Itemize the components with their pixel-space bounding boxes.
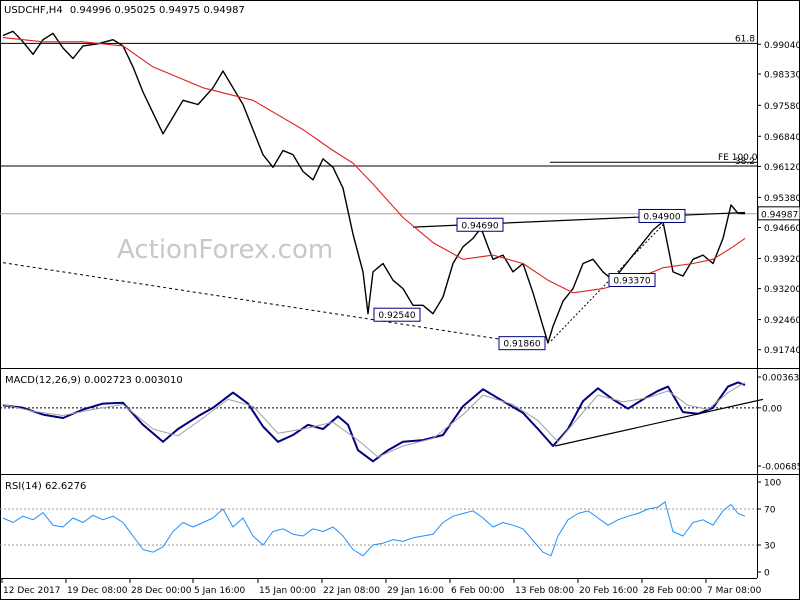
price-axis-tick-label: 0.93200 — [764, 285, 800, 295]
header-symbol: USDCHF,H4 — [4, 5, 63, 16]
time-axis-tick-label: 29 Jan 16:00 — [387, 586, 444, 596]
price-axis-tick-label: 0.98330 — [764, 70, 800, 80]
time-axis-tick-label: 19 Dec 08:00 — [67, 586, 128, 596]
time-axis-tick-label: 5 Jan 16:00 — [194, 586, 246, 596]
time-axis-tick-label: 28 Feb 00:00 — [643, 586, 702, 596]
macd-axis-tick-label: -0.006858 — [762, 463, 800, 473]
price-axis-tick-label: 0.99040 — [764, 41, 800, 51]
current-price-label: 0.94987 — [761, 210, 798, 220]
price-annotation-label: 0.93370 — [613, 276, 650, 286]
time-axis-tick-label: 22 Jan 08:00 — [323, 586, 380, 596]
price-annotation-label: 0.92540 — [378, 311, 415, 321]
rsi-title: RSI(14) 62.6276 — [5, 481, 86, 492]
price-axis-tick-label: 0.94660 — [764, 224, 800, 234]
fe-line-label: FE 100.0 — [718, 153, 758, 163]
chart-canvas: ActionForex.com 61.838.2FE 100.00.946900… — [0, 0, 800, 600]
price-axis-tick-label: 0.96120 — [764, 163, 800, 173]
watermark: ActionForex.com — [117, 235, 333, 265]
rsi-axis-tick-label: 70 — [764, 506, 776, 516]
price-annotation-label: 0.91860 — [503, 340, 540, 350]
macd-axis-tick-label: 0.00 — [762, 404, 782, 414]
time-axis-tick-label: 7 Mar 08:00 — [707, 586, 762, 596]
rsi-axis-tick-label: 30 — [764, 542, 776, 552]
chart-header: USDCHF,H4 0.94996 0.95025 0.94975 0.9498… — [4, 5, 245, 16]
time-axis-tick-label: 6 Feb 00:00 — [451, 586, 505, 596]
time-axis-tick-label: 15 Jan 00:00 — [259, 586, 316, 596]
macd-title: MACD(12,26,9) 0.002723 0.003010 — [5, 375, 183, 386]
time-axis-tick-label: 28 Dec 00:00 — [131, 586, 192, 596]
chart-frame — [0, 0, 800, 600]
price-axis-tick-label: 0.97580 — [764, 102, 800, 112]
header-ohlc: 0.94996 0.95025 0.94975 0.94987 — [70, 5, 245, 16]
price-annotation-label: 0.94900 — [643, 212, 680, 222]
price-axis-tick-label: 0.96840 — [764, 133, 800, 143]
price-axis-tick-label: 0.93920 — [764, 255, 800, 265]
reference-line-label: 61.8 — [735, 34, 755, 44]
price-annotation-label: 0.94690 — [461, 221, 498, 231]
time-axis-tick-label: 20 Feb 16:00 — [579, 586, 638, 596]
macd-axis-tick-label: 0.003638 — [762, 374, 800, 384]
time-axis-tick-label: 13 Feb 08:00 — [515, 586, 574, 596]
time-axis-tick-label: 12 Dec 2017 — [3, 586, 61, 596]
price-axis-tick-label: 0.95380 — [764, 194, 800, 204]
price-axis-tick-label: 0.92460 — [764, 316, 800, 326]
rsi-axis-tick-label: 0 — [764, 569, 770, 579]
rsi-axis-tick-label: 100 — [764, 479, 781, 489]
price-axis-tick-label: 0.91740 — [764, 346, 800, 356]
